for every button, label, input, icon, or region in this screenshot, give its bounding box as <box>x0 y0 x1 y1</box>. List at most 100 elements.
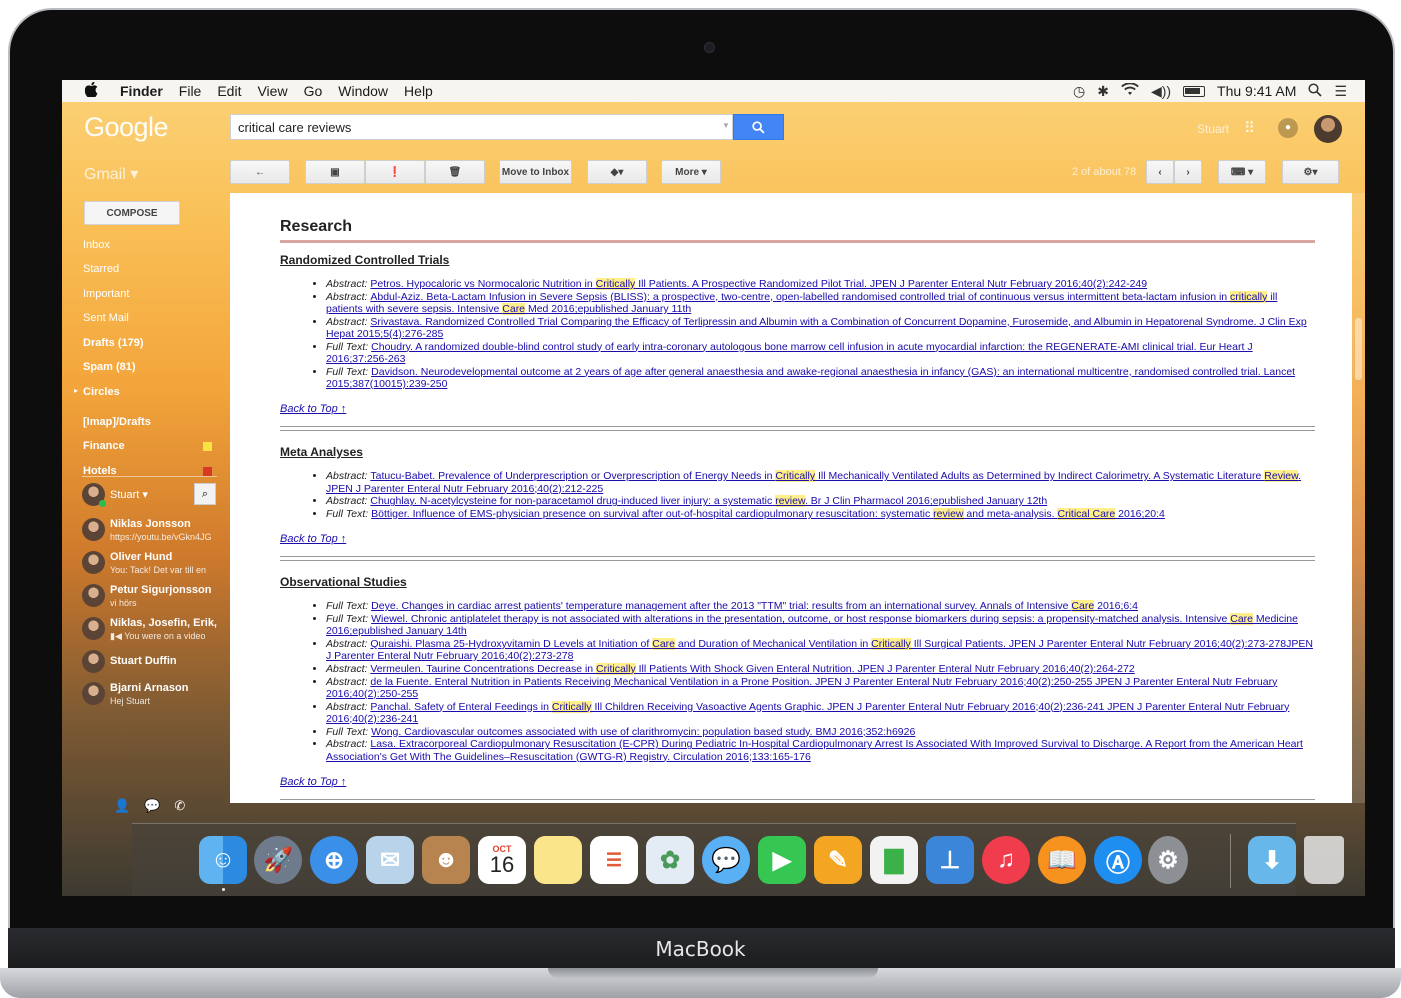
ibooks-icon[interactable]: 📖 <box>1038 836 1086 884</box>
bluetooth-icon[interactable]: ✱ <box>1097 83 1109 100</box>
wifi-icon[interactable] <box>1121 82 1139 99</box>
reference-text: Tatucu-Babet. Prevalence of Underprescri… <box>370 470 776 483</box>
hangouts-icon[interactable]: 💬 <box>144 798 160 814</box>
app-store-icon[interactable]: Ⓐ <box>1094 836 1142 884</box>
menu-help[interactable]: Help <box>404 83 433 99</box>
system-preferences-icon[interactable]: ⚙ <box>1148 836 1188 884</box>
time-machine-icon[interactable]: ◷ <box>1073 83 1085 100</box>
calendar-day: 16 <box>489 852 515 877</box>
reference-link[interactable]: Deye. Changes in cardiac arrest patients… <box>371 600 1138 613</box>
photos-icon[interactable]: ✿ <box>646 836 694 884</box>
compose-button[interactable]: COMPOSE <box>84 201 180 225</box>
nav-imap-drafts[interactable]: [Imap]/Drafts <box>83 416 151 428</box>
circles-expand-icon[interactable]: ▸ <box>74 386 78 395</box>
nav-circles[interactable]: Circles <box>83 386 120 398</box>
newer-button[interactable]: ‹ <box>1146 160 1174 184</box>
labels-button[interactable]: ◆▾ <box>587 160 647 184</box>
google-logo[interactable]: Google <box>84 112 169 143</box>
header-user-name[interactable]: Stuart <box>1197 122 1229 136</box>
settings-button[interactable]: ⚙▾ <box>1282 160 1339 184</box>
nav-inbox[interactable]: Inbox <box>83 239 110 251</box>
scrollbar-thumb[interactable] <box>1355 318 1362 380</box>
reference-link[interactable]: Petros. Hypocaloric vs Normocaloric Nutr… <box>370 278 1147 290</box>
older-button[interactable]: › <box>1174 160 1202 184</box>
reference-link[interactable]: Quraishi. Plasma 25-Hydroxyvitamin D Lev… <box>326 637 1313 662</box>
search-button[interactable] <box>733 114 784 140</box>
volume-icon[interactable]: ◀)) <box>1151 83 1171 100</box>
camera-icon <box>704 42 715 53</box>
pagination-count: 2 of about 78 <box>1072 166 1137 178</box>
spotlight-search-icon[interactable] <box>1308 82 1323 100</box>
account-avatar[interactable] <box>1314 115 1342 143</box>
reference-link[interactable]: de la Fuente. Enteral Nutrition in Patie… <box>326 676 1277 700</box>
facetime-icon[interactable]: ▶ <box>758 836 806 884</box>
nav-starred[interactable]: Starred <box>83 263 119 275</box>
reference-link[interactable]: Lasa. Extracorporeal Cardiopulmonary Res… <box>326 738 1303 762</box>
apple-menu-icon[interactable] <box>76 81 106 101</box>
calendar-icon[interactable]: OCT 16 <box>478 836 526 884</box>
reference-link[interactable]: Choudry. A randomized double-blind contr… <box>326 341 1253 365</box>
search-options-icon[interactable]: ▼ <box>722 121 730 130</box>
reference-link[interactable]: Panchal. Safety of Enteral Feedings in C… <box>326 700 1289 725</box>
archive-button[interactable]: ▣ <box>305 160 365 184</box>
menu-window[interactable]: Window <box>338 83 388 99</box>
reminders-icon[interactable]: ☰ <box>590 836 638 884</box>
reference-link[interactable]: Chughlay. N-acetylcysteine for non-parac… <box>370 495 1047 508</box>
keynote-icon[interactable]: ⊥ <box>926 836 974 884</box>
back-to-top-link[interactable]: Back to Top ↑ <box>280 403 1315 415</box>
reference-link[interactable]: Vermeulen. Taurine Concentrations Decrea… <box>370 662 1135 675</box>
safari-icon[interactable]: ⊕ <box>310 836 358 884</box>
reference-link[interactable]: Tatucu-Babet. Prevalence of Underprescri… <box>326 470 1301 495</box>
nav-spam[interactable]: Spam (81) <box>83 361 136 373</box>
notes-icon[interactable] <box>534 836 582 884</box>
nav-drafts[interactable]: Drafts (179) <box>83 337 144 349</box>
downloads-folder-icon[interactable]: ⬇ <box>1248 836 1296 884</box>
reference-link[interactable]: Wong. Cardiovascular outcomes associated… <box>371 726 915 738</box>
battery-icon[interactable] <box>1183 85 1206 97</box>
chat-search-button[interactable]: ⌕ <box>194 483 216 505</box>
input-tools-button[interactable]: ⌨ ▾ <box>1218 160 1266 184</box>
report-spam-button[interactable]: ❗ <box>365 160 425 184</box>
chat-self-name[interactable]: Stuart ▾ <box>110 488 148 501</box>
nav-sent-mail[interactable]: Sent Mail <box>83 312 129 324</box>
itunes-icon[interactable]: ♫ <box>982 836 1030 884</box>
menu-view[interactable]: View <box>257 83 287 99</box>
back-button[interactable]: ← <box>230 160 290 184</box>
search-input[interactable]: critical care reviews <box>230 114 733 140</box>
back-to-top-link[interactable]: Back to Top ↑ <box>280 533 1315 545</box>
finder-icon[interactable]: ☺ <box>199 836 247 884</box>
nav-divider <box>82 476 217 477</box>
scrollbar[interactable] <box>1352 193 1365 803</box>
person-icon[interactable]: 👤 <box>114 798 130 814</box>
reference-link[interactable]: Davidson. Neurodevelopmental outcome at … <box>326 366 1295 390</box>
delete-button[interactable]: 🗑 <box>425 160 485 184</box>
launchpad-icon[interactable]: 🚀 <box>254 836 302 884</box>
notification-center-icon[interactable]: ☰ <box>1334 83 1347 100</box>
menubar-clock[interactable]: Thu 9:41 AM <box>1217 83 1296 99</box>
more-button[interactable]: More ▾ <box>661 160 721 184</box>
phone-icon[interactable]: ✆ <box>174 798 185 814</box>
contacts-icon[interactable]: ☻ <box>422 836 470 884</box>
menu-edit[interactable]: Edit <box>217 83 241 99</box>
reference-type: Full Text: <box>326 612 372 625</box>
menu-file[interactable]: File <box>179 83 202 99</box>
move-to-inbox-button[interactable]: Move to Inbox <box>499 160 572 184</box>
reference-type: Full Text: <box>326 340 372 353</box>
reference-link[interactable]: Wiewel. Chronic antiplatelet therapy is … <box>326 612 1298 637</box>
messages-icon[interactable]: 💬 <box>702 836 750 884</box>
apps-grid-icon[interactable]: ⠿ <box>1244 119 1255 137</box>
nav-finance[interactable]: Finance <box>83 440 125 452</box>
nav-important[interactable]: Important <box>83 288 129 300</box>
menu-finder[interactable]: Finder <box>120 83 163 99</box>
notifications-bell-icon[interactable]: ● <box>1278 118 1298 138</box>
mail-icon[interactable]: ✉ <box>366 836 414 884</box>
reference-link[interactable]: Abdul-Aziz. Beta-Lactam Infusion in Seve… <box>326 290 1277 315</box>
menu-go[interactable]: Go <box>304 83 323 99</box>
gmail-menu-label[interactable]: Gmail ▾ <box>84 164 138 184</box>
back-to-top-link[interactable]: Back to Top ↑ <box>280 776 1315 788</box>
numbers-icon[interactable]: ▇ <box>870 836 918 884</box>
reference-link[interactable]: Srivastava. Randomized Controlled Trial … <box>326 316 1307 340</box>
trash-icon[interactable] <box>1304 836 1344 884</box>
reference-link[interactable]: Böttiger. Influence of EMS-physician pre… <box>371 507 1165 520</box>
pages-icon[interactable]: ✎ <box>814 836 862 884</box>
